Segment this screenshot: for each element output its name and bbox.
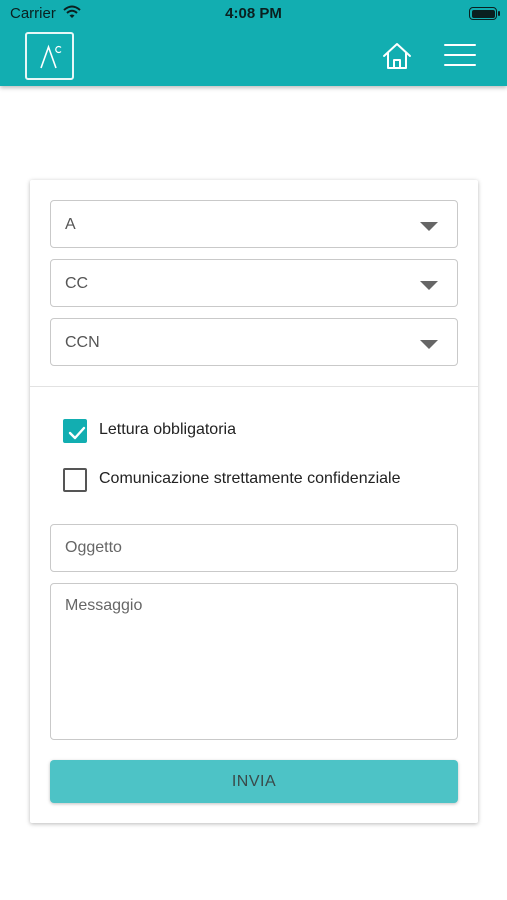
- mandatory-reading-checkbox[interactable]: [63, 419, 87, 443]
- message-textarea[interactable]: [50, 583, 458, 740]
- recipient-to-select[interactable]: A: [50, 200, 458, 248]
- hamburger-menu-icon[interactable]: [444, 44, 476, 68]
- recipient-to-label: A: [65, 216, 76, 233]
- checkmark-icon: [68, 426, 86, 440]
- status-bar: Carrier 4:08 PM: [0, 0, 507, 28]
- confidential-checkbox[interactable]: [63, 468, 87, 492]
- status-time: 4:08 PM: [225, 5, 282, 22]
- app-header: Carrier 4:08 PM: [0, 0, 507, 86]
- dropdown-arrow-icon: [420, 281, 438, 290]
- recipient-cc-label: CC: [65, 275, 89, 292]
- recipient-ccn-label: CCN: [65, 334, 100, 351]
- dropdown-arrow-icon: [420, 340, 438, 349]
- mandatory-reading-label: Lettura obbligatoria: [99, 421, 236, 438]
- send-button[interactable]: INVIA: [50, 760, 458, 803]
- recipient-cc-select[interactable]: CC: [50, 259, 458, 307]
- recipient-ccn-select[interactable]: CCN: [50, 318, 458, 366]
- compose-form-card: A CC CCN Lettura obbligatoria Comunicazi…: [30, 180, 478, 823]
- subject-input[interactable]: [50, 524, 458, 572]
- confidential-label: Comunicazione strettamente confidenziale: [99, 470, 401, 487]
- section-divider: [30, 386, 478, 387]
- dropdown-arrow-icon: [420, 222, 438, 231]
- logo-mark-icon[interactable]: [25, 32, 74, 80]
- home-icon[interactable]: [381, 41, 413, 71]
- battery-icon: [469, 7, 500, 20]
